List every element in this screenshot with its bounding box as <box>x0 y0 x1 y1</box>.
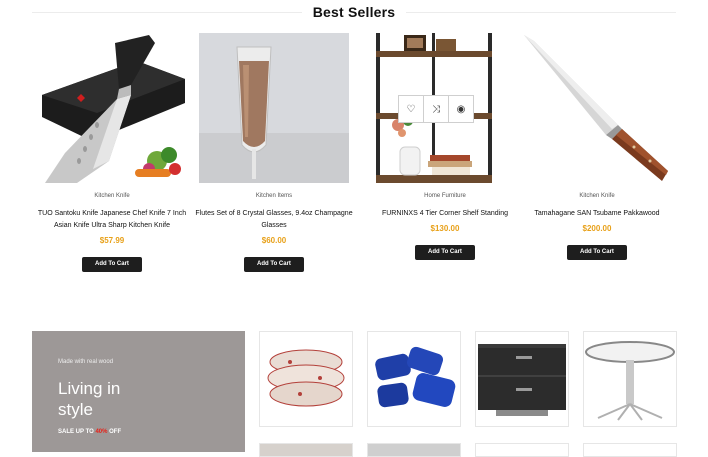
product-title[interactable]: FURNINXS 4 Tier Corner Shelf Standing <box>364 208 526 220</box>
product-image[interactable] <box>522 33 672 183</box>
add-to-cart-button[interactable]: Add To Cart <box>567 245 627 260</box>
product-tile[interactable] <box>583 331 677 427</box>
product-price: $200.00 <box>582 224 612 233</box>
product-image[interactable] <box>37 33 187 183</box>
quick-actions-bar: ♡ ⤨ ◉ <box>398 95 474 123</box>
section-title: Best Sellers <box>0 4 708 20</box>
product-category[interactable]: Kitchen Knife <box>522 193 672 199</box>
product-price: $57.99 <box>99 236 125 245</box>
product-category[interactable]: Home Furniture <box>370 193 520 199</box>
product-category[interactable]: Kitchen Knife <box>37 193 187 199</box>
add-to-cart-button[interactable]: Add To Cart <box>82 257 142 272</box>
product-title[interactable]: TUO Santoku Knife Japanese Chef Knife 7 … <box>31 208 193 232</box>
product-tile[interactable] <box>475 331 569 427</box>
product-tile[interactable] <box>475 443 569 457</box>
sale-percent: 40% <box>95 429 108 435</box>
product-tile[interactable] <box>259 331 353 427</box>
eye-icon[interactable]: ◉ <box>449 96 473 122</box>
product-price: $130.00 <box>430 224 460 233</box>
product-tile[interactable] <box>259 443 353 457</box>
product-price: $60.00 <box>261 236 287 245</box>
product-tile[interactable] <box>367 331 461 427</box>
add-to-cart-button[interactable]: Add To Cart <box>415 245 475 260</box>
product-tile[interactable] <box>583 443 677 457</box>
product-tile[interactable] <box>367 443 461 457</box>
product-title[interactable]: Flutes Set of 8 Crystal Glasses, 9.4oz C… <box>193 208 355 232</box>
promo-banner[interactable]: Made with real wood Living in style SALE… <box>32 331 245 452</box>
shuffle-icon[interactable]: ⤨ <box>424 96 449 122</box>
banner-sale-text: SALE UP TO 40% OFF <box>58 429 122 435</box>
banner-subtitle: Made with real wood <box>58 359 114 365</box>
banner-title: Living in style <box>58 379 121 419</box>
product-title[interactable]: Tamahagane SAN Tsubame Pakkawood <box>516 208 678 220</box>
product-category[interactable]: Kitchen Items <box>199 193 349 199</box>
heart-icon[interactable]: ♡ <box>399 96 424 122</box>
add-to-cart-button[interactable]: Add To Cart <box>244 257 304 272</box>
product-image[interactable] <box>199 33 349 183</box>
